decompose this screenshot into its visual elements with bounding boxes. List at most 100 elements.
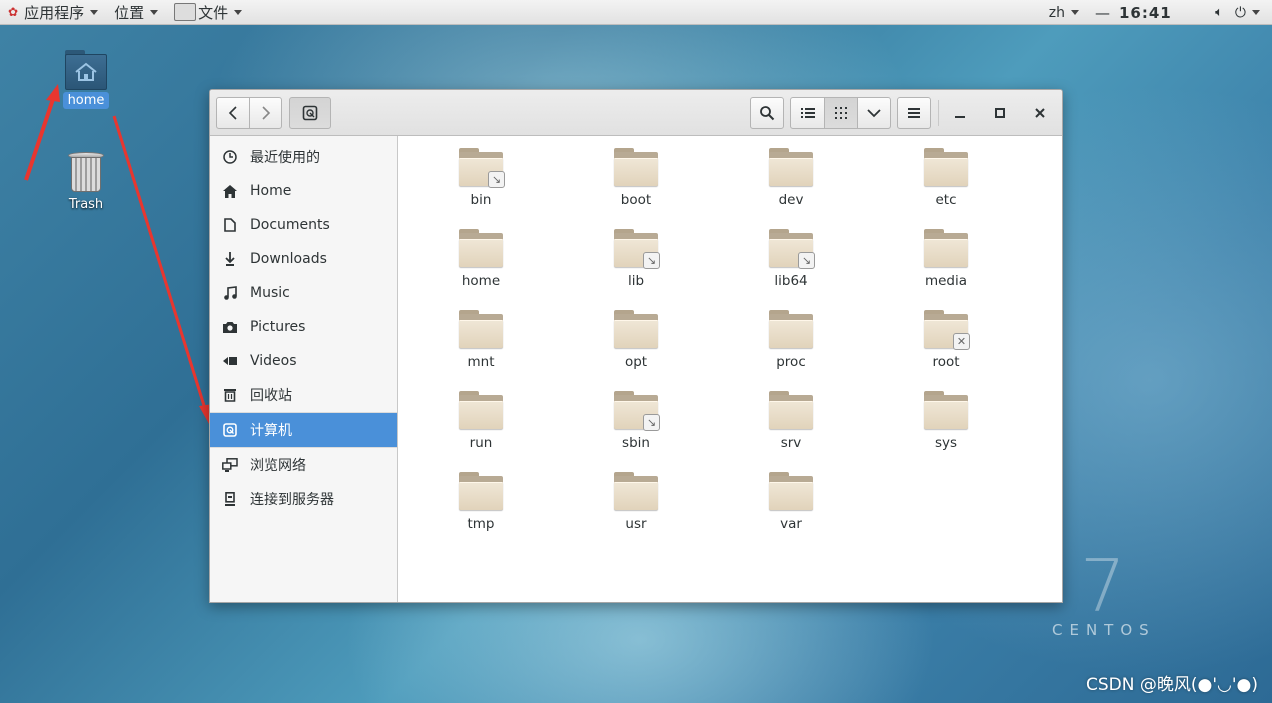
home-icon <box>222 183 238 199</box>
file-item-opt[interactable]: opt <box>576 310 696 370</box>
sidebar-item-pictures[interactable]: Pictures <box>210 310 397 344</box>
sidebar-item-downloads[interactable]: Downloads <box>210 242 397 276</box>
symlink-emblem-icon: ↘ <box>643 414 660 431</box>
clock[interactable]: — 16:41 <box>1087 0 1197 25</box>
trash-icon <box>222 387 238 403</box>
drive-icon <box>302 105 318 121</box>
file-item-tmp[interactable]: tmp <box>421 472 541 532</box>
chevron-down-icon <box>1252 10 1260 15</box>
sidebar-item-label: 连接到服务器 <box>250 492 334 508</box>
list-view-icon <box>800 108 815 118</box>
clock-icon <box>222 149 238 165</box>
file-item-bin[interactable]: ↘ bin <box>421 148 541 208</box>
file-item-root[interactable]: ✕ root <box>886 310 1006 370</box>
search-button[interactable] <box>750 97 784 129</box>
centos-branding: 7 CENTOS <box>1052 550 1156 639</box>
file-item-srv[interactable]: srv <box>731 391 851 451</box>
sidebar-item-label: 计算机 <box>250 423 292 439</box>
file-item-sbin[interactable]: ↘ sbin <box>576 391 696 451</box>
view-options-button[interactable] <box>857 97 891 129</box>
file-item-dev[interactable]: dev <box>731 148 851 208</box>
folder-icon <box>459 391 503 429</box>
file-name: var <box>780 516 802 532</box>
menu-button[interactable] <box>897 97 931 129</box>
file-name: etc <box>935 192 957 208</box>
folder-icon: ↘ <box>769 229 815 269</box>
minimize-button[interactable] <box>944 97 976 129</box>
sidebar-item-label: 浏览网络 <box>250 458 306 474</box>
folder-icon <box>459 229 503 267</box>
desktop-icon-home[interactable]: home <box>56 50 116 109</box>
folder-icon <box>459 310 503 348</box>
sidebar-item-label: 回收站 <box>250 388 292 404</box>
close-button[interactable] <box>1024 97 1056 129</box>
symlink-emblem-icon: ↘ <box>798 252 815 269</box>
chevron-down-icon <box>1071 10 1079 15</box>
folder-icon <box>459 472 503 510</box>
file-name: boot <box>620 192 652 208</box>
file-item-lib64[interactable]: ↘ lib64 <box>731 229 851 289</box>
sidebar-item-network[interactable]: 浏览网络 <box>210 448 397 482</box>
sidebar-item-recent[interactable]: 最近使用的 <box>210 140 397 174</box>
file-item-media[interactable]: media <box>886 229 1006 289</box>
system-menu[interactable]: 🔈︎ ⏻ <box>1197 0 1272 25</box>
file-name: lib64 <box>774 273 808 289</box>
maximize-button[interactable] <box>984 97 1016 129</box>
file-name: proc <box>776 354 806 370</box>
file-item-lib[interactable]: ↘ lib <box>576 229 696 289</box>
chevron-down-icon <box>90 9 99 15</box>
list-view-button[interactable] <box>790 97 825 129</box>
sidebar-item-trash[interactable]: 回收站 <box>210 378 397 412</box>
grid-view-button[interactable] <box>824 97 858 129</box>
folder-icon <box>614 472 658 510</box>
folder-icon <box>769 148 813 186</box>
file-name: bin <box>470 192 492 208</box>
file-app-menu[interactable]: 文件 <box>166 0 250 25</box>
file-item-usr[interactable]: usr <box>576 472 696 532</box>
desktop-icon-trash[interactable]: Trash <box>56 150 116 213</box>
locked-emblem-icon: ✕ <box>953 333 970 350</box>
file-name: lib <box>627 273 645 289</box>
folder-icon <box>769 472 813 510</box>
file-item-mnt[interactable]: mnt <box>421 310 541 370</box>
folder-icon <box>614 148 658 186</box>
sidebar-item-documents[interactable]: Documents <box>210 208 397 242</box>
chevron-down-icon <box>234 9 243 15</box>
header-bar <box>210 90 1062 136</box>
file-item-etc[interactable]: etc <box>886 148 1006 208</box>
folder-icon: ↘ <box>614 229 660 269</box>
clock-time: 16:41 <box>1119 3 1172 22</box>
file-item-var[interactable]: var <box>731 472 851 532</box>
file-item-boot[interactable]: boot <box>576 148 696 208</box>
sidebar-item-videos[interactable]: Videos <box>210 344 397 378</box>
places-menu[interactable]: 位置 <box>106 0 166 25</box>
folder-icon: ✕ <box>924 310 970 350</box>
location-computer-button[interactable] <box>289 97 331 129</box>
file-item-sys[interactable]: sys <box>886 391 1006 451</box>
sidebar-item-label: Music <box>250 285 290 301</box>
hamburger-menu-icon <box>908 108 920 118</box>
input-method-menu[interactable]: zh <box>1041 0 1087 25</box>
symlink-emblem-icon: ↘ <box>643 252 660 269</box>
file-item-proc[interactable]: proc <box>731 310 851 370</box>
video-icon <box>222 353 238 369</box>
sidebar-item-home[interactable]: Home <box>210 174 397 208</box>
back-button[interactable] <box>216 97 250 129</box>
sidebar-item-connect-server[interactable]: 连接到服务器 <box>210 482 397 516</box>
forward-button[interactable] <box>249 97 282 129</box>
folder-icon <box>924 391 968 429</box>
clock-dash-icon: — <box>1095 3 1111 22</box>
sidebar-item-music[interactable]: Music <box>210 276 397 310</box>
sidebar-item-label: Home <box>250 183 292 199</box>
file-name: home <box>461 273 501 289</box>
sidebar-item-computer[interactable]: 计算机 <box>210 413 397 447</box>
file-name: srv <box>780 435 802 451</box>
search-icon <box>760 106 775 121</box>
close-icon <box>1035 108 1045 118</box>
file-item-home[interactable]: home <box>421 229 541 289</box>
file-name: run <box>469 435 493 451</box>
camera-icon <box>222 319 238 335</box>
file-name: tmp <box>467 516 495 532</box>
file-item-run[interactable]: run <box>421 391 541 451</box>
applications-menu[interactable]: ✿ 应用程序 <box>0 0 106 25</box>
